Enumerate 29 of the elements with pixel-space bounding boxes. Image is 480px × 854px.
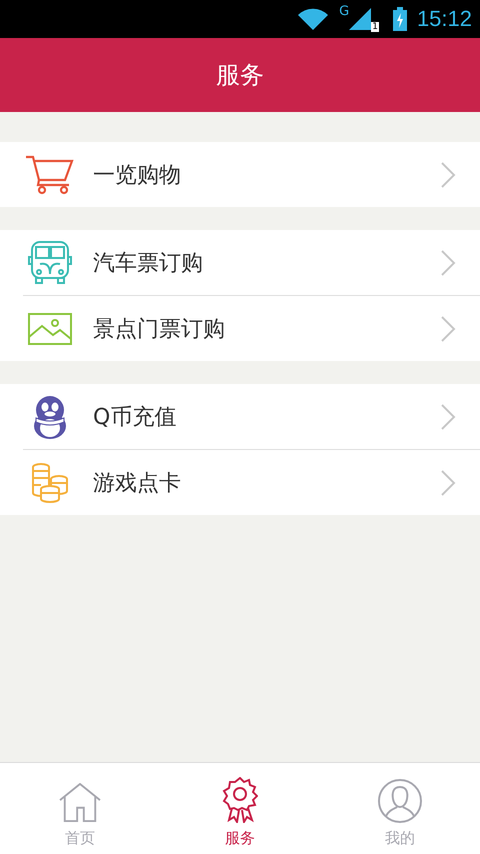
menu-label: 一览购物 <box>93 162 182 190</box>
menu-item[interactable]: 一览购物 <box>0 142 480 207</box>
status-time: 15:12 <box>416 6 472 32</box>
user-icon <box>378 779 422 823</box>
menu-item[interactable]: 汽车票订购 <box>0 230 480 295</box>
wifi-icon <box>297 7 330 31</box>
bus-icon <box>25 240 75 286</box>
chevron-right-icon <box>440 404 456 430</box>
chevron-right-icon <box>440 470 456 496</box>
menu-label: Q币充值 <box>93 404 178 432</box>
home-icon <box>58 783 102 823</box>
battery-icon <box>392 7 407 31</box>
sim-number: 1 <box>371 22 379 32</box>
page-title: 服务 <box>216 60 264 91</box>
network-type: G <box>339 4 350 19</box>
chevron-right-icon <box>440 250 456 276</box>
landscape-icon <box>25 312 75 344</box>
chevron-right-icon <box>440 316 456 342</box>
menu-item[interactable]: 游戏点卡 <box>0 450 480 515</box>
cart-icon <box>25 154 75 194</box>
menu-item[interactable]: 景点门票订购 <box>0 296 480 361</box>
chevron-right-icon <box>440 162 456 188</box>
nav-tab[interactable]: 服务 <box>160 763 320 854</box>
menu-label: 游戏点卡 <box>93 470 182 498</box>
menu-label: 景点门票订购 <box>93 316 226 344</box>
menu-item[interactable]: Q币充值 <box>0 384 480 449</box>
ribbon-icon <box>222 777 258 823</box>
signal-icon <box>349 8 372 30</box>
menu-label: 汽车票订购 <box>93 250 204 278</box>
